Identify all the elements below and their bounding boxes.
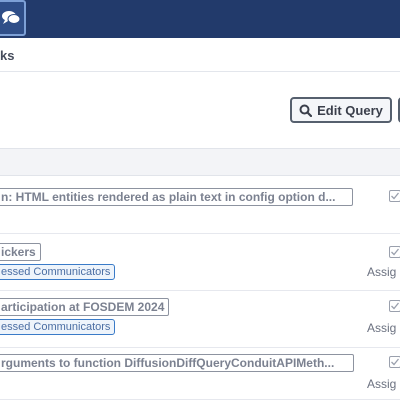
chat-button[interactable] (0, 0, 26, 36)
project-tag[interactable]: essed Communicators (0, 319, 116, 335)
task-row[interactable]: ickers essed Communicators Assig (0, 234, 400, 291)
breadcrumb-bar (0, 38, 400, 72)
checkbox-icon[interactable] (389, 190, 400, 202)
task-title[interactable]: n: HTML entities rendered as plain text … (0, 188, 353, 206)
task-row[interactable]: articipation at FOSDEM 2024 essed Commun… (0, 291, 400, 348)
task-row[interactable]: n: HTML entities rendered as plain text … (0, 177, 400, 234)
assignee-label: Assig (367, 265, 397, 279)
edit-query-button[interactable]: Edit Query (290, 97, 392, 123)
task-title[interactable]: articipation at FOSDEM 2024 (0, 298, 170, 316)
breadcrumb-current[interactable]: ks (0, 48, 14, 63)
assignee-label: Assig (367, 377, 397, 391)
result-list-header (0, 148, 400, 176)
search-icon (299, 104, 313, 117)
task-title[interactable]: ickers (0, 243, 41, 261)
checkbox-icon[interactable] (389, 246, 400, 258)
project-tag[interactable]: essed Communicators (0, 264, 116, 280)
checkbox-icon[interactable] (389, 300, 400, 312)
task-row[interactable]: rguments to function DiffusionDiffQueryC… (0, 348, 400, 400)
checkbox-icon[interactable] (389, 356, 400, 368)
task-title[interactable]: rguments to function DiffusionDiffQueryC… (0, 354, 354, 372)
edit-query-label: Edit Query (317, 102, 383, 118)
assignee-label: Assig (367, 321, 397, 335)
chat-icon (2, 11, 21, 24)
top-navigation-bar (0, 0, 400, 38)
